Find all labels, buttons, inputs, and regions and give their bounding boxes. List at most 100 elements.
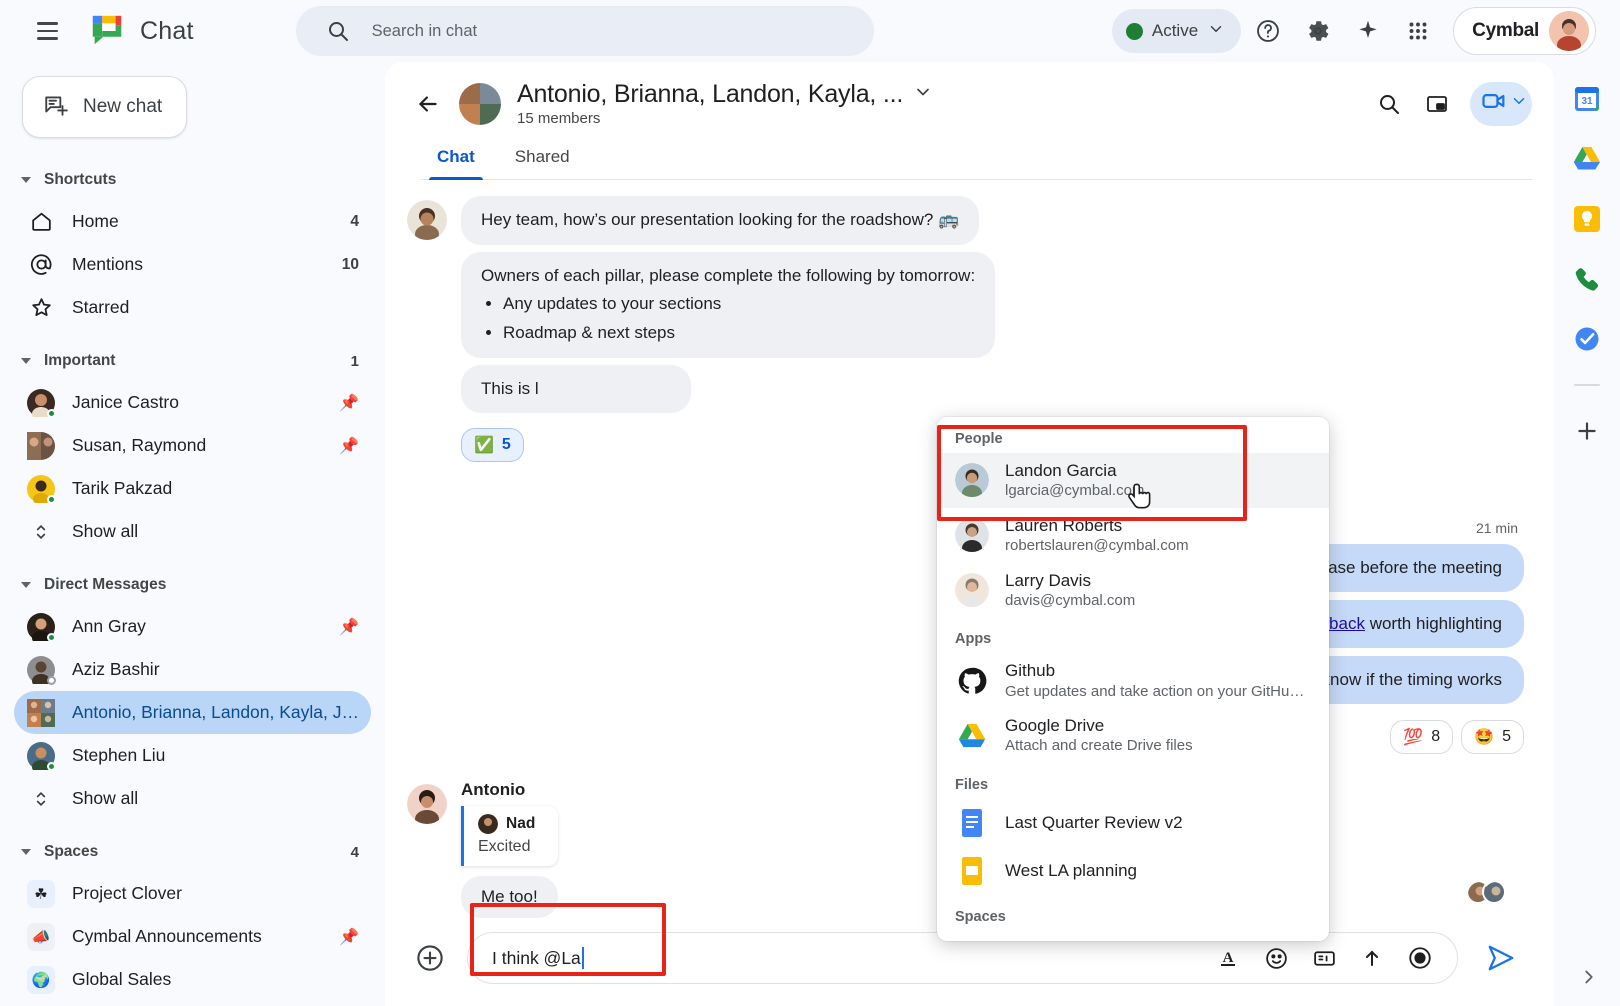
reaction-chip[interactable]: 💯 8	[1390, 719, 1454, 754]
plus-icon[interactable]	[1572, 416, 1602, 446]
section-title: Direct Messages	[44, 576, 167, 593]
quoted-message-card[interactable]: Nad Excited	[461, 805, 558, 866]
sidebar-item-cymbal-announcements[interactable]: 📣 Cymbal Announcements 📌	[14, 915, 371, 958]
apps-grid-icon[interactable]	[1395, 8, 1441, 54]
pin-icon[interactable]: 📌	[339, 617, 359, 637]
sidebar-section-spaces[interactable]: Spaces 4	[14, 832, 371, 872]
sidebar-item-marketing-emea[interactable]: 🏢 Marketing EMEA @	[14, 1001, 371, 1006]
sidebar-section-direct-messages[interactable]: Direct Messages	[14, 565, 371, 605]
autocomplete-item-west-la-planning[interactable]: West LA planning	[937, 847, 1329, 895]
sidebar-item-starred[interactable]: Starred	[14, 286, 371, 329]
pin-icon[interactable]: 📌	[339, 393, 359, 413]
help-circle-icon[interactable]	[1245, 8, 1291, 54]
new-chat-icon	[43, 92, 69, 123]
sidebar-show-all-important[interactable]: Show all	[14, 510, 371, 553]
autocomplete-item-larry-davis[interactable]: Larry Davis davis@cymbal.com	[937, 563, 1329, 618]
conversation-header: Antonio, Brianna, Landon, Kayla, ... 15 …	[385, 62, 1554, 180]
autocomplete-name: West LA planning	[1005, 861, 1137, 881]
emoji-icon[interactable]	[1253, 935, 1299, 981]
send-icon[interactable]	[1478, 935, 1524, 981]
reaction-chip[interactable]: ✅ 5	[461, 428, 524, 463]
avatar[interactable]	[1549, 11, 1589, 51]
search-icon[interactable]	[1366, 81, 1412, 127]
hamburger-menu-icon[interactable]	[24, 8, 70, 54]
chevron-right-icon[interactable]	[1574, 962, 1604, 992]
sidebar-item-home[interactable]: Home 4	[14, 200, 371, 243]
section-count: 4	[350, 843, 359, 861]
gif-icon[interactable]	[1301, 935, 1347, 981]
video-camera-icon	[1480, 87, 1508, 120]
gear-icon[interactable]	[1295, 8, 1341, 54]
sidebar-item-aziz-bashir[interactable]: Aziz Bashir	[14, 648, 371, 691]
sidebar-item-project-clover[interactable]: ☘ Project Clover	[14, 872, 371, 915]
sidebar-item-label: Antonio, Brianna, Landon, Kayla, Jo...	[72, 702, 359, 722]
conversation-panel: Antonio, Brianna, Landon, Kayla, ... 15 …	[385, 62, 1554, 1006]
autocomplete-item-landon-garcia[interactable]: Landon Garcia lgarcia@cymbal.com	[937, 453, 1329, 508]
tab-shared[interactable]: Shared	[499, 137, 586, 179]
google-voice-icon[interactable]	[1572, 264, 1602, 294]
megaphone-emoji-icon: 📣	[26, 922, 56, 951]
new-chat-button[interactable]: New chat	[22, 76, 188, 138]
pin-icon[interactable]: 📌	[339, 436, 359, 456]
side-panel-rail: 31	[1554, 62, 1620, 1006]
autocomplete-item-lauren-roberts[interactable]: Lauren Roberts robertslauren@cymbal.com	[937, 508, 1329, 563]
google-tasks-icon[interactable]	[1572, 324, 1602, 354]
sidebar-item-stephen-liu[interactable]: Stephen Liu	[14, 734, 371, 777]
google-drive-icon[interactable]	[1572, 144, 1602, 174]
upload-icon[interactable]	[1349, 935, 1395, 981]
record-icon[interactable]	[1397, 935, 1443, 981]
calendar-icon[interactable]: 31	[1572, 84, 1602, 114]
section-title: Shortcuts	[44, 171, 117, 188]
tab-chat[interactable]: Chat	[421, 137, 491, 180]
avatar	[955, 572, 989, 607]
sidebar-item-ann-gray[interactable]: Ann Gray 📌	[14, 605, 371, 648]
text-format-icon[interactable]: A	[1205, 935, 1251, 981]
sidebar-item-antonio-group[interactable]: Antonio, Brianna, Landon, Kayla, Jo...	[14, 691, 371, 734]
chevron-down-icon[interactable]	[1510, 92, 1528, 115]
chevron-down-icon	[21, 177, 31, 183]
add-circle-icon[interactable]	[407, 935, 453, 981]
search-placeholder: Search in chat	[371, 21, 478, 40]
status-chip[interactable]: Active	[1111, 9, 1242, 53]
sparkle-icon[interactable]	[1345, 8, 1391, 54]
google-keep-icon[interactable]	[1572, 204, 1602, 234]
search-input[interactable]: Search in chat	[295, 6, 874, 56]
sidebar-item-mentions[interactable]: Mentions 10	[14, 243, 371, 286]
autocomplete-item-google-drive[interactable]: Google Drive Attach and create Drive fil…	[937, 708, 1329, 763]
reaction-chip[interactable]: 🤩 5	[1461, 719, 1524, 754]
back-arrow-icon[interactable]	[407, 83, 449, 125]
popup-group-header-files: Files	[955, 776, 989, 793]
picture-in-picture-icon[interactable]	[1414, 81, 1460, 127]
sidebar-item-susan-raymond[interactable]: Susan, Raymond 📌	[14, 424, 371, 467]
expand-icon	[26, 522, 56, 542]
chevron-down-icon	[21, 582, 31, 588]
video-call-button[interactable]	[1470, 81, 1532, 126]
sidebar-show-all-dms[interactable]: Show all	[14, 777, 371, 820]
chevron-down-icon[interactable]	[913, 82, 933, 107]
reaction-row: ✅ 5	[461, 428, 524, 463]
sidebar-item-janice-castro[interactable]: Janice Castro 📌	[14, 381, 371, 424]
sidebar-item-tarik-pakzad[interactable]: Tarik Pakzad	[14, 467, 371, 510]
sidebar-section-important[interactable]: Important 1	[14, 341, 371, 381]
google-chat-logo	[88, 12, 126, 50]
member-count: 15 members	[517, 110, 601, 127]
autocomplete-desc: Get updates and take action on your GitH…	[1005, 682, 1305, 700]
message-bubble: Hey team, how’s our presentation looking…	[461, 196, 980, 245]
avatar	[955, 518, 989, 553]
section-title: Important	[44, 352, 116, 369]
pin-icon[interactable]: 📌	[339, 927, 359, 947]
new-chat-label: New chat	[83, 96, 163, 117]
sidebar-section-shortcuts[interactable]: Shortcuts	[14, 160, 371, 200]
autocomplete-item-github[interactable]: Github Get updates and take action on yo…	[937, 653, 1329, 708]
message-sender: Antonio	[461, 779, 526, 799]
autocomplete-item-last-quarter-review[interactable]: Last Quarter Review v2	[937, 799, 1329, 847]
text-cursor	[581, 947, 584, 969]
sidebar-item-global-sales[interactable]: 🌍 Global Sales	[14, 958, 371, 1001]
message-input-value: I think @La	[492, 947, 584, 969]
account-chip[interactable]: Cymbal	[1453, 7, 1596, 55]
popup-group-header-people: People	[955, 431, 1003, 447]
unread-count: 10	[341, 255, 359, 273]
search-icon	[326, 19, 350, 43]
sidebar-item-label: Show all	[72, 521, 139, 541]
text-suffix: worth highlighting	[1364, 614, 1502, 633]
